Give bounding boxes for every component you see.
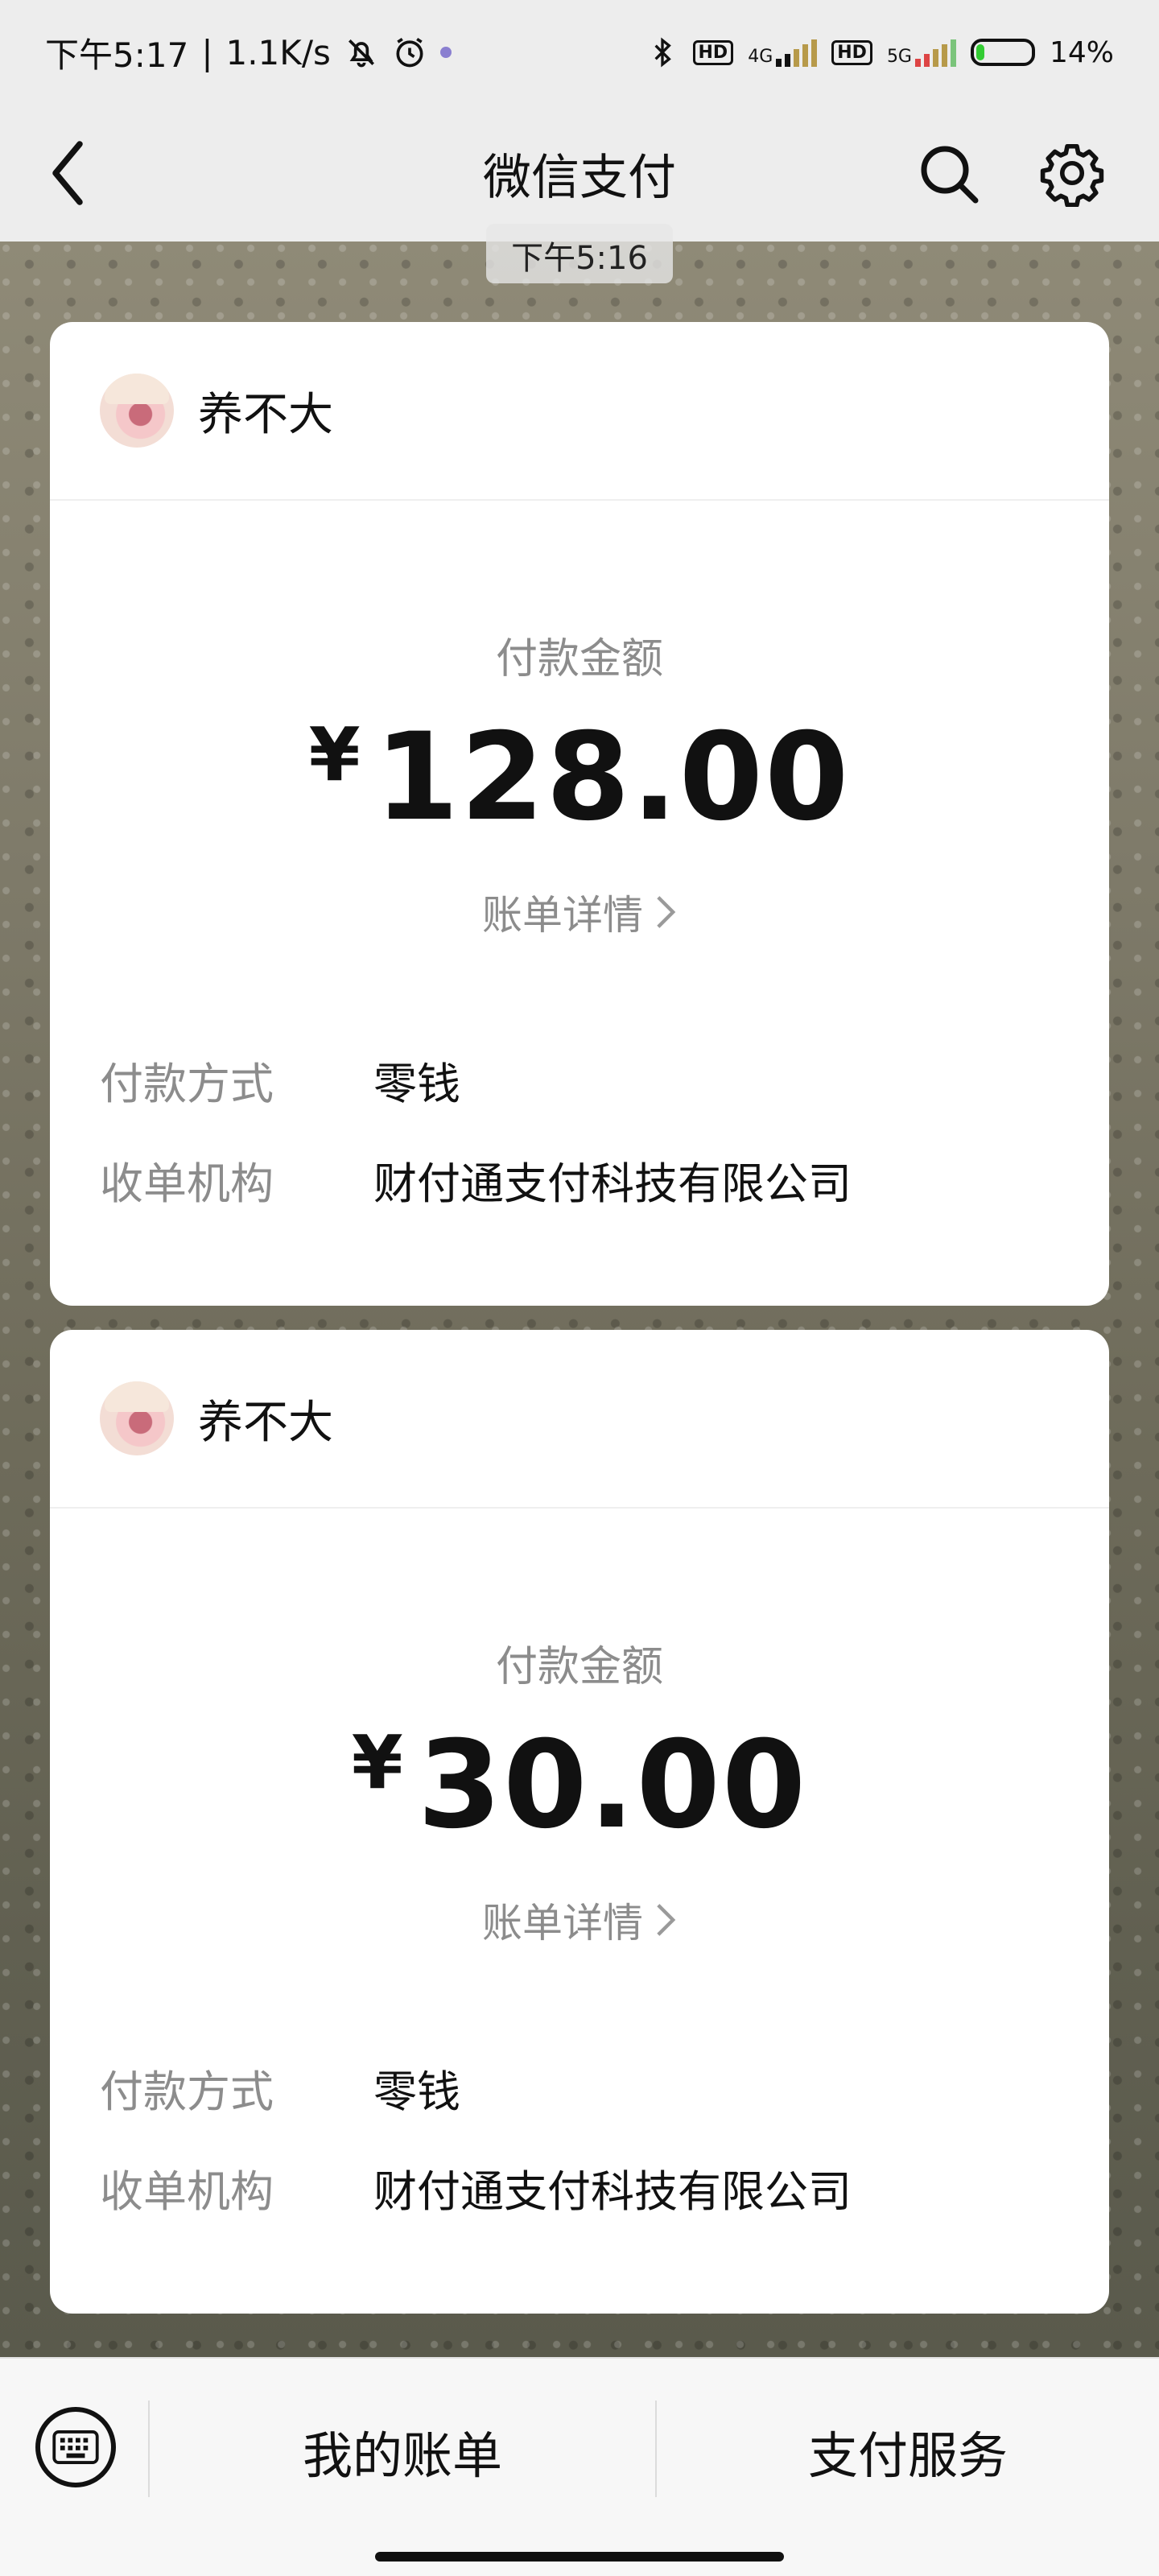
payment-method-value: 零钱 — [373, 1059, 460, 1109]
acquirer-value: 财付通支付科技有限公司 — [373, 1158, 852, 1209]
bill-detail-label: 账单详情 — [482, 1900, 643, 1946]
amount-value: 128.00 — [374, 708, 851, 848]
card-header: 养不大 — [50, 322, 1109, 501]
network-5g: 5G — [887, 38, 956, 67]
currency-symbol: ¥ — [308, 712, 361, 798]
amount-label: 付款金额 — [495, 635, 663, 683]
payment-services-button[interactable]: 支付服务 — [657, 2407, 1159, 2496]
chevron-right-icon — [657, 1904, 676, 1936]
acquirer-label: 收单机构 — [100, 1158, 274, 1209]
battery-percent: 14% — [1049, 35, 1114, 69]
avatar — [100, 1381, 174, 1455]
payment-info: 付款方式 零钱 收单机构 财付通支付科技有限公司 — [50, 1034, 1109, 1234]
page-title: 微信支付 — [483, 149, 676, 206]
hd-badge-2: HD — [831, 39, 872, 65]
merchant-name: 养不大 — [198, 1396, 333, 1449]
status-bar: 下午5:17 | 1.1K/s HD 4G HD 5G 14% — [0, 0, 1159, 105]
home-indicator[interactable] — [375, 2552, 784, 2562]
payment-amount: ¥128.00 — [50, 708, 1109, 848]
notification-dot-icon — [439, 47, 452, 58]
my-bills-button[interactable]: 我的账单 — [150, 2407, 655, 2496]
payment-method-label: 付款方式 — [100, 1059, 274, 1109]
card-header: 养不大 — [50, 1330, 1109, 1509]
mute-bell-icon — [348, 39, 374, 68]
bill-detail-link[interactable]: 账单详情 — [50, 883, 1109, 941]
signal-icon — [776, 38, 818, 67]
amount-value: 30.00 — [417, 1715, 808, 1856]
payment-amount: ¥30.00 — [50, 1715, 1109, 1856]
payment-info: 付款方式 零钱 收单机构 财付通支付科技有限公司 — [50, 2042, 1109, 2242]
acquirer-label: 收单机构 — [100, 2166, 274, 2217]
payment-card[interactable]: 养不大 付款金额 ¥128.00 账单详情 付款方式 零钱 收单机构 财付通支付… — [50, 322, 1109, 1306]
currency-symbol: ¥ — [351, 1719, 403, 1806]
search-icon[interactable] — [916, 141, 980, 205]
bill-detail-label: 账单详情 — [482, 892, 643, 939]
signal-icon — [914, 38, 956, 67]
network-4g: 4G — [748, 38, 818, 67]
battery-icon — [970, 39, 1035, 66]
amount-label: 付款金额 — [495, 1643, 663, 1691]
chevron-right-icon — [657, 896, 676, 928]
acquirer-row: 收单机构 财付通支付科技有限公司 — [100, 1134, 1109, 1234]
keyboard-toggle-button[interactable] — [35, 2407, 116, 2487]
chat-timestamp: 下午5:16 — [486, 224, 673, 283]
payment-method-row: 付款方式 零钱 — [100, 2042, 1109, 2142]
payment-method-label: 付款方式 — [100, 2066, 274, 2117]
network-speed: 1.1K/s — [225, 32, 331, 72]
avatar — [100, 374, 174, 448]
bottom-menu-bar: 我的账单 支付服务 — [0, 2357, 1159, 2576]
alarm-icon — [396, 37, 423, 68]
merchant-name: 养不大 — [198, 388, 333, 441]
bill-detail-link[interactable]: 账单详情 — [50, 1891, 1109, 1949]
nav-bar: 微信支付 — [0, 105, 1159, 242]
payment-card[interactable]: 养不大 付款金额 ¥30.00 账单详情 付款方式 零钱 收单机构 财付通支付科… — [50, 1330, 1109, 2314]
hd-badge-1: HD — [692, 39, 734, 65]
acquirer-value: 财付通支付科技有限公司 — [373, 2166, 852, 2217]
keyboard-icon — [52, 2430, 99, 2464]
payment-method-value: 零钱 — [373, 2066, 460, 2117]
chevron-left-icon[interactable] — [42, 137, 98, 209]
acquirer-row: 收单机构 财付通支付科技有限公司 — [100, 2142, 1109, 2242]
bluetooth-icon — [654, 37, 671, 68]
gear-icon[interactable] — [1038, 139, 1106, 207]
status-time: 下午5:17 — [45, 35, 189, 75]
payment-method-row: 付款方式 零钱 — [100, 1034, 1109, 1134]
